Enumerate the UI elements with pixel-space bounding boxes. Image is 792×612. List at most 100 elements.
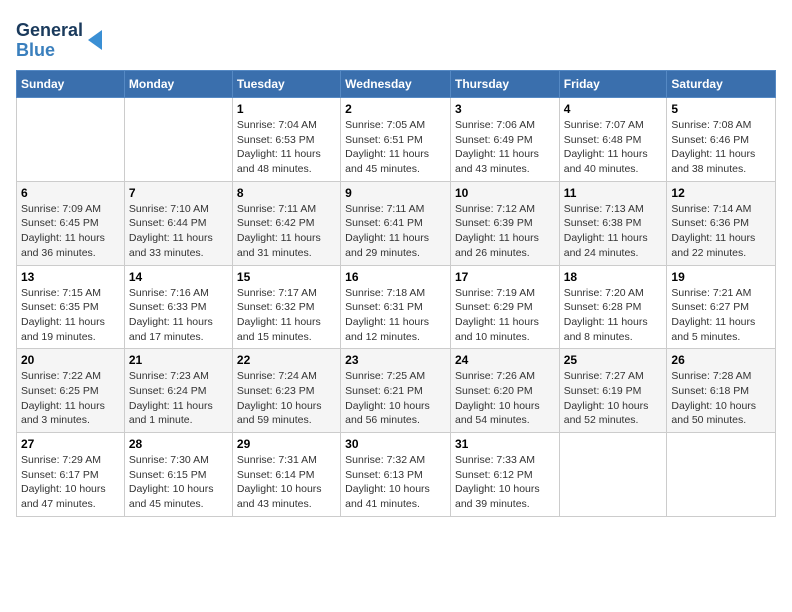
- day-info: Sunrise: 7:28 AM Sunset: 6:18 PM Dayligh…: [671, 369, 771, 428]
- calendar-cell: 27Sunrise: 7:29 AM Sunset: 6:17 PM Dayli…: [17, 433, 125, 517]
- day-info: Sunrise: 7:26 AM Sunset: 6:20 PM Dayligh…: [455, 369, 555, 428]
- day-number: 21: [129, 353, 228, 367]
- day-info: Sunrise: 7:31 AM Sunset: 6:14 PM Dayligh…: [237, 453, 336, 512]
- day-number: 4: [564, 102, 663, 116]
- calendar-cell: 31 Sunrise: 7:33 AM Sunset: 6:12 PM Dayli…: [450, 433, 559, 517]
- calendar-week-row: 20 Sunrise: 7:22 AM Sunset: 6:25 PM Dayli…: [17, 349, 776, 433]
- day-number: 29: [237, 437, 336, 451]
- calendar-week-row: 27Sunrise: 7:29 AM Sunset: 6:17 PM Dayli…: [17, 433, 776, 517]
- calendar-cell: 26 Sunrise: 7:28 AM Sunset: 6:18 PM Dayli…: [667, 349, 776, 433]
- day-number: 3: [455, 102, 555, 116]
- calendar-cell: 7 Sunrise: 7:10 AM Sunset: 6:44 PM Daylig…: [124, 181, 232, 265]
- calendar-cell: 29 Sunrise: 7:31 AM Sunset: 6:14 PM Dayli…: [232, 433, 340, 517]
- day-number: 15: [237, 270, 336, 284]
- day-info: Sunrise: 7:21 AM Sunset: 6:27 PM Dayligh…: [671, 286, 771, 345]
- calendar-cell: 20 Sunrise: 7:22 AM Sunset: 6:25 PM Dayli…: [17, 349, 125, 433]
- day-number: 13: [21, 270, 120, 284]
- calendar-cell: 15 Sunrise: 7:17 AM Sunset: 6:32 PM Dayli…: [232, 265, 340, 349]
- weekday-header-row: SundayMondayTuesdayWednesdayThursdayFrid…: [17, 71, 776, 98]
- calendar-week-row: 6 Sunrise: 7:09 AM Sunset: 6:45 PM Daylig…: [17, 181, 776, 265]
- day-number: 8: [237, 186, 336, 200]
- calendar-week-row: 1 Sunrise: 7:04 AM Sunset: 6:53 PM Daylig…: [17, 98, 776, 182]
- day-number: 17: [455, 270, 555, 284]
- calendar-cell: 24 Sunrise: 7:26 AM Sunset: 6:20 PM Dayli…: [450, 349, 559, 433]
- day-number: 6: [21, 186, 120, 200]
- day-number: 14: [129, 270, 228, 284]
- day-number: 7: [129, 186, 228, 200]
- calendar-cell: 3 Sunrise: 7:06 AM Sunset: 6:49 PM Daylig…: [450, 98, 559, 182]
- calendar-cell: 5Sunrise: 7:08 AM Sunset: 6:46 PM Daylig…: [667, 98, 776, 182]
- day-number: 22: [237, 353, 336, 367]
- calendar-cell: 4 Sunrise: 7:07 AM Sunset: 6:48 PM Daylig…: [559, 98, 667, 182]
- calendar-cell: 28 Sunrise: 7:30 AM Sunset: 6:15 PM Dayli…: [124, 433, 232, 517]
- calendar-cell: 10Sunrise: 7:12 AM Sunset: 6:39 PM Dayli…: [450, 181, 559, 265]
- page-header: GeneralBlue: [16, 16, 776, 60]
- calendar-week-row: 13 Sunrise: 7:15 AM Sunset: 6:35 PM Dayli…: [17, 265, 776, 349]
- day-info: Sunrise: 7:06 AM Sunset: 6:49 PM Dayligh…: [455, 118, 555, 177]
- day-info: Sunrise: 7:07 AM Sunset: 6:48 PM Dayligh…: [564, 118, 663, 177]
- day-info: Sunrise: 7:11 AM Sunset: 6:41 PM Dayligh…: [345, 202, 446, 261]
- day-info: Sunrise: 7:23 AM Sunset: 6:24 PM Dayligh…: [129, 369, 228, 428]
- day-info: Sunrise: 7:22 AM Sunset: 6:25 PM Dayligh…: [21, 369, 120, 428]
- day-info: Sunrise: 7:29 AM Sunset: 6:17 PM Dayligh…: [21, 453, 120, 512]
- calendar-cell: [559, 433, 667, 517]
- svg-text:General: General: [16, 20, 83, 40]
- day-number: 2: [345, 102, 446, 116]
- weekday-header-cell: Sunday: [17, 71, 125, 98]
- day-info: Sunrise: 7:24 AM Sunset: 6:23 PM Dayligh…: [237, 369, 336, 428]
- day-info: Sunrise: 7:13 AM Sunset: 6:38 PM Dayligh…: [564, 202, 663, 261]
- logo-svg: GeneralBlue: [16, 16, 106, 60]
- day-number: 23: [345, 353, 446, 367]
- calendar-cell: 8Sunrise: 7:11 AM Sunset: 6:42 PM Daylig…: [232, 181, 340, 265]
- day-info: Sunrise: 7:30 AM Sunset: 6:15 PM Dayligh…: [129, 453, 228, 512]
- calendar-cell: [124, 98, 232, 182]
- calendar-cell: 6 Sunrise: 7:09 AM Sunset: 6:45 PM Daylig…: [17, 181, 125, 265]
- day-number: 5: [671, 102, 771, 116]
- day-info: Sunrise: 7:33 AM Sunset: 6:12 PM Dayligh…: [455, 453, 555, 512]
- day-info: Sunrise: 7:16 AM Sunset: 6:33 PM Dayligh…: [129, 286, 228, 345]
- calendar-cell: 21 Sunrise: 7:23 AM Sunset: 6:24 PM Dayli…: [124, 349, 232, 433]
- calendar-cell: 14 Sunrise: 7:16 AM Sunset: 6:33 PM Dayli…: [124, 265, 232, 349]
- day-info: Sunrise: 7:15 AM Sunset: 6:35 PM Dayligh…: [21, 286, 120, 345]
- logo: GeneralBlue: [16, 16, 106, 60]
- day-number: 31: [455, 437, 555, 451]
- calendar-cell: 25Sunrise: 7:27 AM Sunset: 6:19 PM Dayli…: [559, 349, 667, 433]
- calendar-cell: 17Sunrise: 7:19 AM Sunset: 6:29 PM Dayli…: [450, 265, 559, 349]
- day-number: 9: [345, 186, 446, 200]
- day-info: Sunrise: 7:18 AM Sunset: 6:31 PM Dayligh…: [345, 286, 446, 345]
- calendar-cell: 30Sunrise: 7:32 AM Sunset: 6:13 PM Dayli…: [341, 433, 451, 517]
- day-info: Sunrise: 7:14 AM Sunset: 6:36 PM Dayligh…: [671, 202, 771, 261]
- weekday-header-cell: Saturday: [667, 71, 776, 98]
- calendar-cell: 2 Sunrise: 7:05 AM Sunset: 6:51 PM Daylig…: [341, 98, 451, 182]
- day-number: 25: [564, 353, 663, 367]
- day-number: 24: [455, 353, 555, 367]
- day-number: 12: [671, 186, 771, 200]
- day-info: Sunrise: 7:20 AM Sunset: 6:28 PM Dayligh…: [564, 286, 663, 345]
- calendar-cell: 12 Sunrise: 7:14 AM Sunset: 6:36 PM Dayli…: [667, 181, 776, 265]
- calendar-cell: 19Sunrise: 7:21 AM Sunset: 6:27 PM Dayli…: [667, 265, 776, 349]
- day-info: Sunrise: 7:32 AM Sunset: 6:13 PM Dayligh…: [345, 453, 446, 512]
- day-info: Sunrise: 7:10 AM Sunset: 6:44 PM Dayligh…: [129, 202, 228, 261]
- calendar-cell: 16 Sunrise: 7:18 AM Sunset: 6:31 PM Dayli…: [341, 265, 451, 349]
- day-info: Sunrise: 7:04 AM Sunset: 6:53 PM Dayligh…: [237, 118, 336, 177]
- day-number: 16: [345, 270, 446, 284]
- day-number: 26: [671, 353, 771, 367]
- day-number: 1: [237, 102, 336, 116]
- day-info: Sunrise: 7:09 AM Sunset: 6:45 PM Dayligh…: [21, 202, 120, 261]
- day-number: 28: [129, 437, 228, 451]
- day-info: Sunrise: 7:17 AM Sunset: 6:32 PM Dayligh…: [237, 286, 336, 345]
- calendar-body: 1 Sunrise: 7:04 AM Sunset: 6:53 PM Daylig…: [17, 98, 776, 517]
- day-number: 18: [564, 270, 663, 284]
- weekday-header-cell: Tuesday: [232, 71, 340, 98]
- day-number: 11: [564, 186, 663, 200]
- svg-text:Blue: Blue: [16, 40, 55, 60]
- calendar-cell: 13 Sunrise: 7:15 AM Sunset: 6:35 PM Dayli…: [17, 265, 125, 349]
- day-number: 20: [21, 353, 120, 367]
- weekday-header-cell: Friday: [559, 71, 667, 98]
- calendar-cell: 1 Sunrise: 7:04 AM Sunset: 6:53 PM Daylig…: [232, 98, 340, 182]
- calendar-cell: [667, 433, 776, 517]
- calendar-cell: 11 Sunrise: 7:13 AM Sunset: 6:38 PM Dayli…: [559, 181, 667, 265]
- weekday-header-cell: Monday: [124, 71, 232, 98]
- day-info: Sunrise: 7:05 AM Sunset: 6:51 PM Dayligh…: [345, 118, 446, 177]
- calendar-table: SundayMondayTuesdayWednesdayThursdayFrid…: [16, 70, 776, 517]
